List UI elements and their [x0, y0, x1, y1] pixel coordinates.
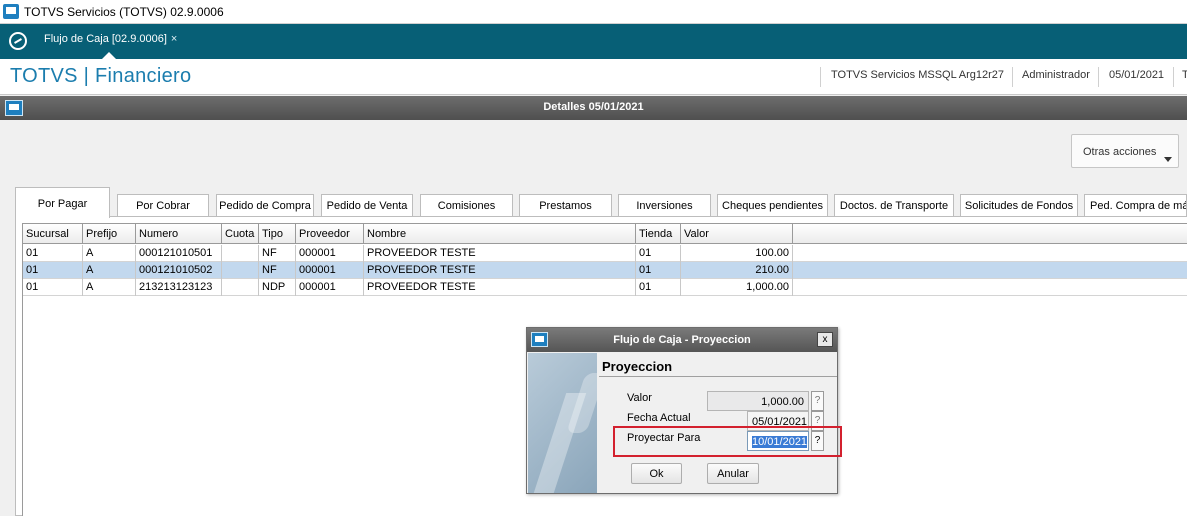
otras-acciones-button[interactable]: Otras acciones [1071, 134, 1179, 168]
toolbar: Otras acciones [0, 120, 1187, 182]
active-tab-pointer [102, 52, 116, 59]
table-row[interactable]: 01 A 000121010502 NF 000001 PROVEEDOR TE… [23, 262, 1187, 279]
cell-proveedor: 000001 [296, 262, 364, 279]
cell-tipo: NDP [259, 279, 296, 296]
header-divider [1173, 67, 1174, 87]
highlight-annotation [613, 426, 842, 457]
valor-field: 1,000.00 [707, 391, 809, 411]
header-divider [820, 67, 821, 87]
user-info: Administrador [1022, 69, 1090, 81]
cell-prefijo: A [83, 262, 136, 279]
dialog-side-banner [528, 353, 597, 493]
tab-pedido-de-compra[interactable]: Pedido de Compra [216, 194, 314, 217]
cell-sucursal: 01 [23, 279, 83, 296]
cell-sucursal: 01 [23, 245, 83, 262]
app-brand: TOTVS | Financiero [10, 65, 192, 87]
fecha-actual-label: Fecha Actual [627, 412, 691, 424]
tab-pedido-de-venta[interactable]: Pedido de Venta [321, 194, 413, 217]
header-divider [1012, 67, 1013, 87]
cell-valor: 210.00 [681, 262, 793, 279]
section-title: Proyeccion [602, 359, 673, 374]
details-panel-bar: Detalles 05/01/2021 [0, 96, 1187, 120]
valor-help-button[interactable]: ? [811, 391, 824, 411]
cell-valor: 1,000.00 [681, 279, 793, 296]
cell-cuota [222, 279, 259, 296]
cell-numero: 000121010502 [136, 262, 222, 279]
cell-cuota [222, 245, 259, 262]
ok-button[interactable]: Ok [631, 463, 682, 484]
cell-nombre: PROVEEDOR TESTE [364, 262, 636, 279]
cell-prefijo: A [83, 279, 136, 296]
detail-tabs: Por Pagar Por Cobrar Pedido de Compra Pe… [0, 182, 1187, 218]
tab-doctos-de-transporte[interactable]: Doctos. de Transporte [834, 194, 954, 217]
cell-nombre: PROVEEDOR TESTE [364, 245, 636, 262]
cell-prefijo: A [83, 245, 136, 262]
tab-prestamos[interactable]: Prestamos [519, 194, 612, 217]
server-info: TOTVS Servicios MSSQL Arg12r27 [831, 69, 1005, 81]
totvs-logo-icon[interactable] [9, 32, 27, 50]
grid-header-row: Sucursal Prefijo Numero Cuota Tipo Prove… [23, 224, 1187, 244]
app-header: TOTVS | Financiero TOTVS Servicios MSSQL… [0, 59, 1187, 95]
otras-acciones-label: Otras acciones [1083, 146, 1157, 158]
date-info: 05/01/2021 [1109, 69, 1165, 81]
anular-button[interactable]: Anular [707, 463, 759, 484]
tab-por-pagar[interactable]: Por Pagar [15, 187, 110, 218]
tab-inversiones[interactable]: Inversiones [618, 194, 711, 217]
cell-cuota [222, 262, 259, 279]
cell-valor: 100.00 [681, 245, 793, 262]
window-titlebar: TOTVS Servicios (TOTVS) 02.9.0006 [0, 0, 1187, 24]
details-panel-title: Detalles 05/01/2021 [543, 101, 644, 113]
module-tabbar: Flujo de Caja [02.9.0006] × [0, 24, 1187, 59]
cell-numero: 213213123123 [136, 279, 222, 296]
dialog-titlebar[interactable]: Flujo de Caja - Proyeccion x [527, 328, 837, 352]
column-header-numero[interactable]: Numero [136, 224, 222, 244]
column-header-sucursal[interactable]: Sucursal [23, 224, 83, 244]
cell-tienda: 01 [636, 279, 681, 296]
proyeccion-dialog: Flujo de Caja - Proyeccion x Proyeccion … [526, 327, 838, 494]
column-header-nombre[interactable]: Nombre [364, 224, 636, 244]
cell-proveedor: 000001 [296, 279, 364, 296]
cell-sucursal: 01 [23, 262, 83, 279]
cell-proveedor: 000001 [296, 245, 364, 262]
column-header-valor[interactable]: Valor [681, 224, 793, 244]
table-row[interactable]: 01 A 000121010501 NF 000001 PROVEEDOR TE… [23, 245, 1187, 262]
tab-close-icon[interactable]: × [171, 33, 177, 45]
cell-numero: 000121010501 [136, 245, 222, 262]
cell-nombre: PROVEEDOR TESTE [364, 279, 636, 296]
cell-tipo: NF [259, 262, 296, 279]
cell-tienda: 01 [636, 262, 681, 279]
chevron-down-icon [1164, 157, 1172, 162]
column-header-tipo[interactable]: Tipo [259, 224, 296, 244]
window-title: TOTVS Servicios (TOTVS) 02.9.0006 [24, 5, 224, 19]
dialog-title: Flujo de Caja - Proyeccion [613, 334, 751, 346]
tab-ped-compra-de-maq[interactable]: Ped. Compra de máq [1084, 194, 1187, 217]
column-header-tienda[interactable]: Tienda [636, 224, 681, 244]
app-window-icon [3, 4, 19, 19]
tab-comisiones[interactable]: Comisiones [420, 194, 513, 217]
tab-solicitudes-de-fondos[interactable]: Solicitudes de Fondos [960, 194, 1078, 217]
header-divider [1098, 67, 1099, 87]
dialog-close-button[interactable]: x [817, 332, 833, 347]
column-header-cuota[interactable]: Cuota [222, 224, 259, 244]
tab-flujo-de-caja-label: Flujo de Caja [02.9.0006] [44, 33, 167, 45]
column-header-proveedor[interactable]: Proveedor [296, 224, 364, 244]
table-row[interactable]: 01 A 213213123123 NDP 000001 PROVEEDOR T… [23, 279, 1187, 296]
section-divider [599, 376, 837, 377]
tab-cheques-pendientes[interactable]: Cheques pendientes [717, 194, 828, 217]
cell-tienda: 01 [636, 245, 681, 262]
valor-label: Valor [627, 392, 652, 404]
tab-por-cobrar[interactable]: Por Cobrar [117, 194, 209, 217]
header-overflow: T [1182, 69, 1187, 81]
cell-tipo: NF [259, 245, 296, 262]
column-header-prefijo[interactable]: Prefijo [83, 224, 136, 244]
